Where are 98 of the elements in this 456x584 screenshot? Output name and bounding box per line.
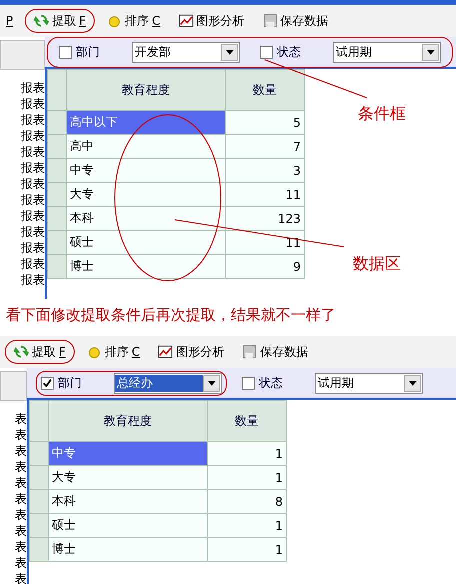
- dropdown[interactable]: 试用期: [315, 372, 423, 394]
- sidebar-item[interactable]: 表: [15, 523, 27, 539]
- row-header-cell: [30, 400, 48, 442]
- checkbox-label: 部门: [76, 44, 101, 60]
- caret-icon: [426, 50, 434, 54]
- chart-icon: [158, 345, 174, 359]
- table-cell[interactable]: 大专: [48, 466, 208, 490]
- caret-icon: [208, 380, 216, 386]
- sidebar-item[interactable]: 报表: [21, 256, 45, 272]
- sidebar-item[interactable]: 报表: [21, 160, 45, 176]
- table-cell[interactable]: 1: [208, 514, 286, 538]
- table-cell[interactable]: 1: [208, 466, 286, 490]
- row-header-cell: [30, 514, 48, 538]
- toolbar-button[interactable]: 排序 C: [80, 340, 146, 364]
- table-cell[interactable]: 高中以下: [66, 110, 226, 134]
- refresh-icon: [34, 14, 50, 28]
- table-cell[interactable]: 8: [208, 490, 286, 514]
- table-cell[interactable]: 博士: [66, 254, 226, 278]
- row-header-cell: [30, 490, 48, 514]
- callout-label: 数据区: [353, 254, 401, 275]
- row-header-cell: [30, 442, 48, 466]
- row-header-cell: [48, 206, 66, 230]
- row-header-cell: [48, 254, 66, 278]
- caret-icon: [226, 50, 234, 54]
- toolbar-button[interactable]: P: [0, 9, 20, 33]
- table-cell[interactable]: 7: [226, 134, 304, 158]
- checkbox-label: 部门: [58, 374, 83, 392]
- table-cell[interactable]: 博士: [48, 538, 208, 562]
- column-header: 数量: [208, 400, 286, 442]
- row-header-cell: [48, 158, 66, 182]
- checkbox[interactable]: [260, 46, 273, 58]
- sidebar-item[interactable]: 报表: [21, 112, 45, 128]
- checkbox[interactable]: [242, 376, 255, 390]
- caret-icon: [408, 380, 416, 386]
- table-cell[interactable]: 中专: [66, 158, 226, 182]
- callout-label: 条件框: [358, 104, 406, 125]
- table-cell[interactable]: 123: [226, 206, 304, 230]
- table-cell[interactable]: 高中: [66, 134, 226, 158]
- toolbar-button[interactable]: 图形分析: [172, 9, 251, 33]
- row-header-cell: [30, 466, 48, 490]
- sidebar-item[interactable]: 表: [15, 475, 27, 491]
- sidebar-item[interactable]: 报表: [21, 224, 45, 240]
- sidebar-item[interactable]: 报表: [21, 272, 45, 288]
- dropdown[interactable]: 开发部: [132, 42, 240, 62]
- table-cell[interactable]: 本科: [66, 206, 226, 230]
- table-cell[interactable]: 9: [226, 254, 304, 278]
- row-header-cell: [48, 70, 66, 110]
- ball-icon: [107, 14, 122, 28]
- toolbar-button[interactable]: 图形分析: [152, 340, 230, 364]
- table-cell[interactable]: 1: [208, 538, 286, 562]
- toolbar-button[interactable]: 提取 F: [25, 9, 96, 33]
- sidebar-item[interactable]: 表: [15, 491, 27, 507]
- column-header: 数量: [226, 70, 304, 110]
- sidebar-item[interactable]: 报表: [21, 240, 45, 256]
- column-header: 教育程度: [66, 70, 226, 110]
- toolbar-button[interactable]: 排序 C: [101, 9, 167, 33]
- sidebar-item[interactable]: 表: [15, 459, 27, 475]
- chart-icon: [178, 14, 194, 28]
- table-cell[interactable]: 中专: [48, 442, 208, 466]
- sidebar-item[interactable]: 报表: [21, 96, 45, 112]
- sidebar-item[interactable]: 报表: [21, 128, 45, 144]
- sidebar-item[interactable]: 报表: [21, 208, 45, 224]
- sidebar-item[interactable]: 表: [15, 443, 27, 459]
- row-header-cell: [48, 230, 66, 254]
- row-header-cell: [48, 182, 66, 206]
- checkbox-label: 状态: [259, 374, 284, 392]
- checkbox[interactable]: [41, 376, 54, 390]
- checkbox[interactable]: [59, 46, 72, 58]
- sidebar-item[interactable]: 表: [15, 507, 27, 523]
- table-cell[interactable]: 硕士: [66, 230, 226, 254]
- dropdown[interactable]: 总经办: [114, 372, 222, 394]
- table-cell[interactable]: 1: [208, 442, 286, 466]
- toolbar-button[interactable]: 提取 F: [5, 340, 75, 364]
- sidebar-item[interactable]: 表: [15, 427, 27, 443]
- row-header-cell: [48, 134, 66, 158]
- sidebar-item[interactable]: 报表: [21, 176, 45, 192]
- row-header-cell: [30, 538, 48, 562]
- sidebar-item[interactable]: 表: [15, 539, 27, 555]
- sidebar-item[interactable]: 报表: [21, 80, 45, 96]
- table-cell[interactable]: 5: [226, 110, 304, 134]
- column-header: 教育程度: [48, 400, 208, 442]
- row-header-cell: [48, 110, 66, 134]
- table-cell[interactable]: 3: [226, 158, 304, 182]
- dropdown[interactable]: 试用期: [333, 42, 441, 62]
- ball-icon: [86, 345, 102, 359]
- caption-text: 看下面修改提取条件后再次提取，结果就不一样了: [5, 305, 337, 326]
- toolbar-button[interactable]: 保存数据: [256, 9, 335, 33]
- sidebar-item[interactable]: 表: [15, 411, 27, 427]
- table-cell[interactable]: 11: [226, 182, 304, 206]
- sidebar-item[interactable]: 报表: [21, 144, 45, 160]
- table-cell[interactable]: 本科: [48, 490, 208, 514]
- sidebar-item[interactable]: 表: [15, 555, 27, 571]
- table-cell[interactable]: 大专: [66, 182, 226, 206]
- table-cell[interactable]: 硕士: [48, 514, 208, 538]
- checkbox-label: 状态: [277, 44, 302, 60]
- toolbar-button[interactable]: 保存数据: [236, 340, 314, 364]
- refresh-icon: [14, 345, 29, 359]
- sidebar-item[interactable]: 报表: [21, 192, 45, 208]
